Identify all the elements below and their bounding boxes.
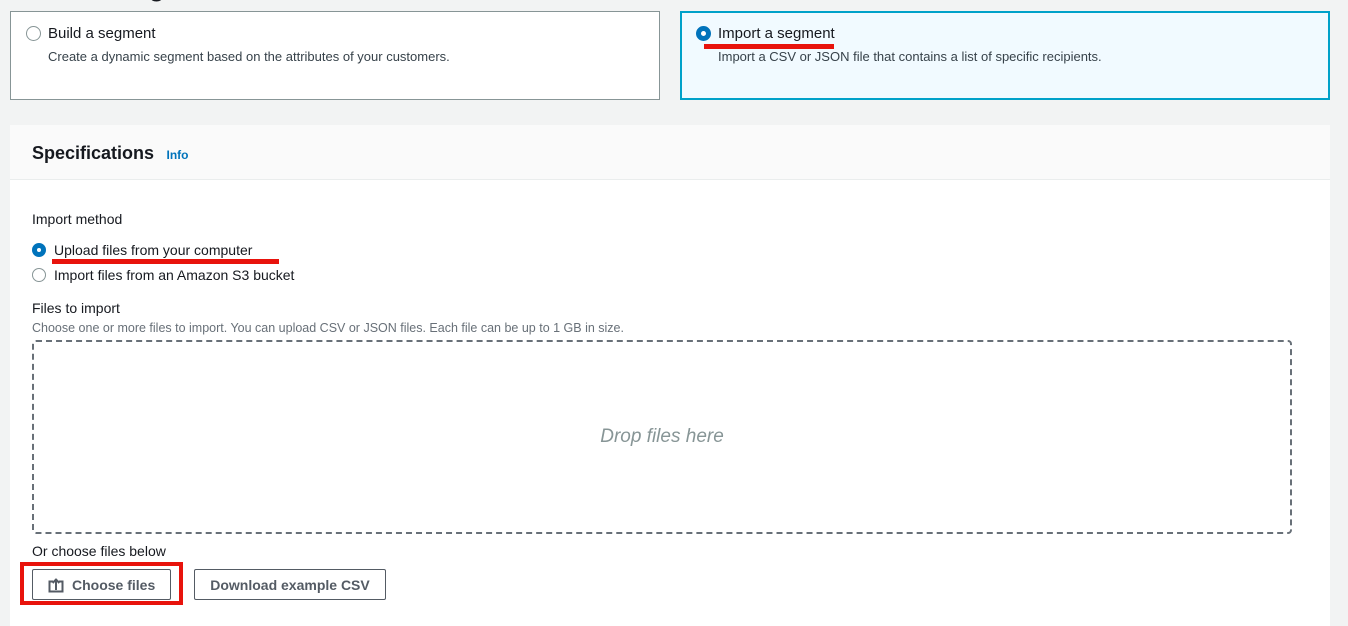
choose-files-button[interactable]: Choose files [20,562,184,605]
specifications-header: Specifications Info [10,125,1330,180]
file-dropzone[interactable]: Drop files here [32,340,1292,534]
tile-description: Import a CSV or JSON file that contains … [718,49,1102,64]
specifications-panel: Specifications Info Import method Upload… [10,125,1330,626]
tile-build-a-segment[interactable]: Build a segment Create a dynamic segment… [10,11,660,100]
radio-row-import-from-s3[interactable]: Import files from an Amazon S3 bucket [32,262,1300,287]
or-choose-files-text: Or choose files below [32,543,166,559]
files-to-import-label: Files to import [32,300,120,316]
page-title: Create a segment [10,0,227,3]
download-example-csv-label: Download example CSV [210,576,370,593]
tile-title: Build a segment [48,25,156,42]
file-buttons-row: Choose files Download example CSV [20,562,1300,605]
tile-import-a-segment[interactable]: Import a segment Import a CSV or JSON fi… [680,11,1330,100]
dropzone-text: Drop files here [600,426,724,447]
create-segment-page: Create a segment Build a segment Create … [0,0,1348,626]
segment-type-tiles: Build a segment Create a dynamic segment… [10,11,1330,100]
radio-import-from-s3[interactable] [32,267,46,282]
info-link[interactable]: Info [167,148,189,162]
tile-content: Build a segment Create a dynamic segment… [48,24,450,87]
tile-content: Import a segment Import a CSV or JSON fi… [704,24,1102,87]
radio-label: Upload files from your computer [52,242,279,264]
download-example-csv-button[interactable]: Download example CSV [194,569,386,600]
radio-row-upload-from-computer[interactable]: Upload files from your computer [32,237,1300,264]
files-to-import-description: Choose one or more files to import. You … [32,321,624,335]
choose-files-label: Choose files [72,576,156,593]
radio-upload-from-computer[interactable] [32,242,46,257]
radio-build-a-segment[interactable] [26,26,41,41]
upload-icon [48,577,64,592]
tile-description: Create a dynamic segment based on the at… [48,49,450,64]
tile-title: Import a segment [704,24,835,49]
specifications-title: Specifications [32,143,155,163]
radio-import-a-segment[interactable] [696,26,711,41]
radio-label: Import files from an Amazon S3 bucket [54,266,295,283]
specifications-body: Import method Upload files from your com… [10,180,1330,605]
import-method-label: Import method [32,211,123,227]
import-method-group: Upload files from your computer Import f… [32,237,1300,287]
